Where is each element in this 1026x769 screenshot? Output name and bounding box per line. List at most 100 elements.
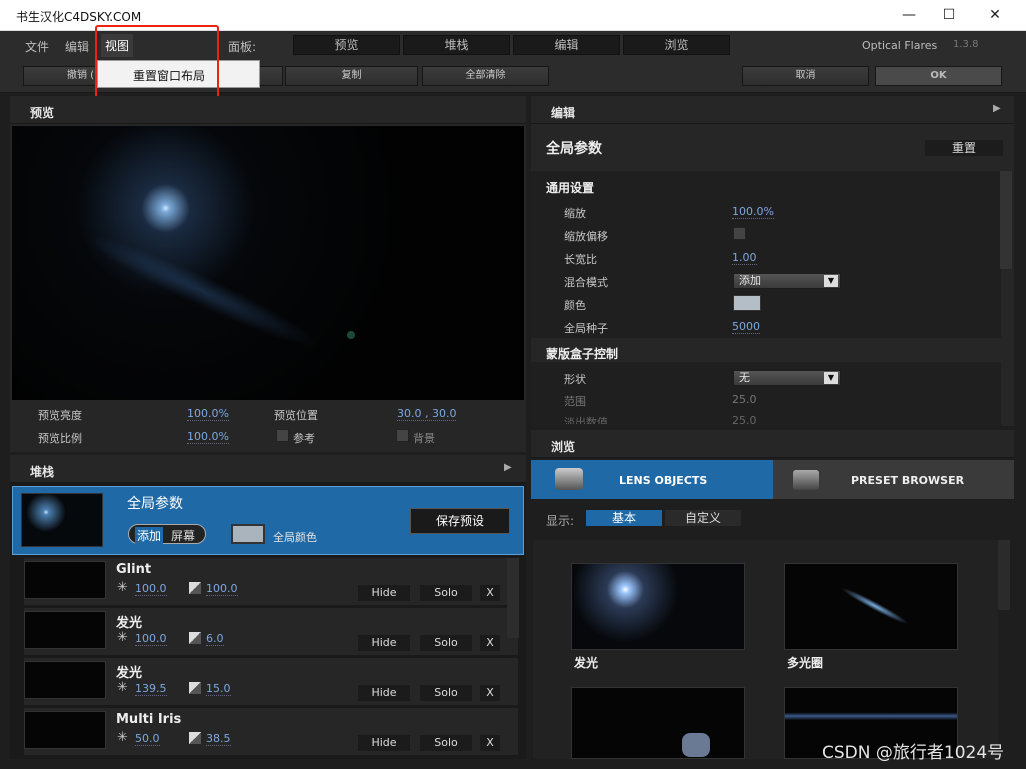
- lens-grid: 发光 多光圈: [533, 540, 998, 759]
- global-color-swatch[interactable]: [231, 524, 265, 544]
- scale-offset-checkbox[interactable]: [733, 227, 746, 240]
- cancel-button[interactable]: 取消: [742, 66, 869, 86]
- lens-item-glow[interactable]: [571, 563, 745, 650]
- reference-label: 参考: [293, 432, 315, 445]
- window-title: 书生汉化C4DSKY.COM: [16, 10, 142, 24]
- preview-position-value[interactable]: 30.0 , 30.0: [397, 407, 457, 421]
- highlight-annotation: [95, 25, 219, 100]
- solo-button[interactable]: Solo: [420, 735, 472, 751]
- edit-panel: 编辑 ▶ 全局参数 重置 通用设置 缩放 100.0% 缩放偏移 长宽比 1.0…: [531, 96, 1014, 426]
- remove-button[interactable]: X: [480, 635, 500, 651]
- reference-checkbox[interactable]: [276, 429, 289, 442]
- browser-scrollbar[interactable]: [998, 540, 1010, 610]
- tab-browse[interactable]: 浏览: [623, 35, 730, 55]
- stack-row-name: Glint: [116, 562, 152, 577]
- reset-button[interactable]: 重置: [925, 140, 1003, 156]
- show-basic-button[interactable]: 基本: [586, 510, 662, 526]
- aspect-value[interactable]: 1.00: [732, 251, 757, 265]
- stack-scrollbar[interactable]: [507, 558, 519, 638]
- edit-expand-icon[interactable]: ▶: [993, 103, 1009, 119]
- stack-row-value-1[interactable]: 50.0: [135, 732, 160, 746]
- stack-row-value-2[interactable]: 100.0: [206, 582, 238, 596]
- watermark: CSDN @旅行者1024号: [822, 743, 1005, 763]
- global-params-row[interactable]: 全局参数 添加 屏幕 全局颜色 保存预设: [12, 486, 524, 555]
- mask-section: 蒙版盒子控制: [546, 347, 619, 361]
- edit-scrollbar[interactable]: [1000, 171, 1012, 269]
- shape-select[interactable]: 无 ▼: [733, 370, 841, 386]
- show-custom-button[interactable]: 自定义: [665, 510, 741, 526]
- menu-edit[interactable]: 编辑: [65, 38, 89, 55]
- copy-button[interactable]: 复制: [285, 66, 418, 86]
- stack-expand-icon[interactable]: ▶: [504, 462, 520, 478]
- color-swatch[interactable]: [733, 295, 761, 311]
- range-value: 25.0: [732, 393, 757, 406]
- size-icon: [189, 632, 201, 644]
- seed-value[interactable]: 5000: [732, 320, 760, 334]
- preview-scale-label: 预览比例: [38, 432, 82, 445]
- lens-icon: [555, 468, 583, 490]
- preview-header: 预览: [10, 96, 526, 124]
- shape-label: 形状: [564, 373, 586, 386]
- lens-item-multi-iris-label: 多光圈: [787, 656, 824, 670]
- tab-stack[interactable]: 堆栈: [403, 35, 510, 55]
- close-icon[interactable]: ✕: [972, 0, 1018, 31]
- ok-button[interactable]: OK: [875, 66, 1002, 86]
- stack-row-value-1[interactable]: 100.0: [135, 582, 167, 596]
- background-checkbox[interactable]: [396, 429, 409, 442]
- preview-viewport[interactable]: [12, 126, 524, 400]
- preset-browser-tab[interactable]: PRESET BROWSER: [773, 460, 1014, 499]
- lens-item-3[interactable]: [571, 687, 745, 759]
- remove-button[interactable]: X: [480, 735, 500, 751]
- lens-objects-tab[interactable]: LENS OBJECTS: [531, 460, 773, 499]
- folder-icon: [793, 470, 819, 490]
- stack-row-value-1[interactable]: 100.0: [135, 632, 167, 646]
- tab-edit[interactable]: 编辑: [513, 35, 620, 55]
- solo-button[interactable]: Solo: [420, 635, 472, 651]
- blend-select[interactable]: 添加 ▼: [733, 273, 841, 289]
- clear-all-button[interactable]: 全部清除: [422, 66, 549, 86]
- stack-row-value-2[interactable]: 38.5: [206, 732, 231, 746]
- preview-brightness-value[interactable]: 100.0%: [187, 407, 229, 421]
- scale-value[interactable]: 100.0%: [732, 205, 774, 219]
- maximize-icon[interactable]: ☐: [926, 0, 972, 31]
- hide-button[interactable]: Hide: [358, 735, 410, 751]
- stack-row-name: 发光: [116, 616, 143, 631]
- edit-global-title: 全局参数: [546, 141, 602, 157]
- stack-row[interactable]: 发光 ✳ 139.5 15.0 Hide Solo X: [24, 658, 518, 706]
- lens-item-multi-iris[interactable]: [784, 563, 958, 650]
- stack-row-value-1[interactable]: 139.5: [135, 682, 167, 696]
- preset-browser-label: PRESET BROWSER: [851, 474, 965, 487]
- solo-button[interactable]: Solo: [420, 685, 472, 701]
- version-label: 1.3.8: [953, 39, 979, 50]
- save-preset-button[interactable]: 保存预设: [410, 508, 510, 534]
- menu-file[interactable]: 文件: [25, 38, 49, 55]
- blend-screen-option[interactable]: 屏幕: [171, 527, 195, 544]
- remove-button[interactable]: X: [480, 585, 500, 601]
- stack-row-value-2[interactable]: 6.0: [206, 632, 224, 646]
- iris-streak: [839, 584, 911, 628]
- hide-button[interactable]: Hide: [358, 685, 410, 701]
- stack-row-thumb: [24, 661, 106, 699]
- hide-button[interactable]: Hide: [358, 585, 410, 601]
- preview-brightness-label: 预览亮度: [38, 409, 82, 422]
- blend-add-option[interactable]: 添加: [135, 527, 164, 544]
- scale-offset-label: 缩放偏移: [564, 230, 608, 243]
- size-icon: [189, 732, 201, 744]
- solo-button[interactable]: Solo: [420, 585, 472, 601]
- stack-row[interactable]: Glint ✳ 100.0 100.0 Hide Solo X: [24, 558, 518, 606]
- general-section: 通用设置: [546, 181, 595, 195]
- preview-scale-value[interactable]: 100.0%: [187, 430, 229, 444]
- chevron-down-icon: ▼: [824, 372, 838, 384]
- polygon-shape: [682, 733, 710, 757]
- brand-label: Optical Flares: [862, 39, 938, 52]
- global-name: 全局参数: [127, 496, 183, 512]
- blend-toggle[interactable]: 添加 屏幕: [128, 524, 206, 544]
- stack-row-value-2[interactable]: 15.0: [206, 682, 231, 696]
- tab-preview[interactable]: 预览: [293, 35, 400, 55]
- stack-row[interactable]: 发光 ✳ 100.0 6.0 Hide Solo X: [24, 608, 518, 656]
- range-label: 范围: [564, 395, 586, 408]
- remove-button[interactable]: X: [480, 685, 500, 701]
- hide-button[interactable]: Hide: [358, 635, 410, 651]
- stack-row[interactable]: Multi Iris ✳ 50.0 38.5 Hide Solo X: [24, 708, 518, 756]
- seed-label: 全局种子: [564, 322, 608, 335]
